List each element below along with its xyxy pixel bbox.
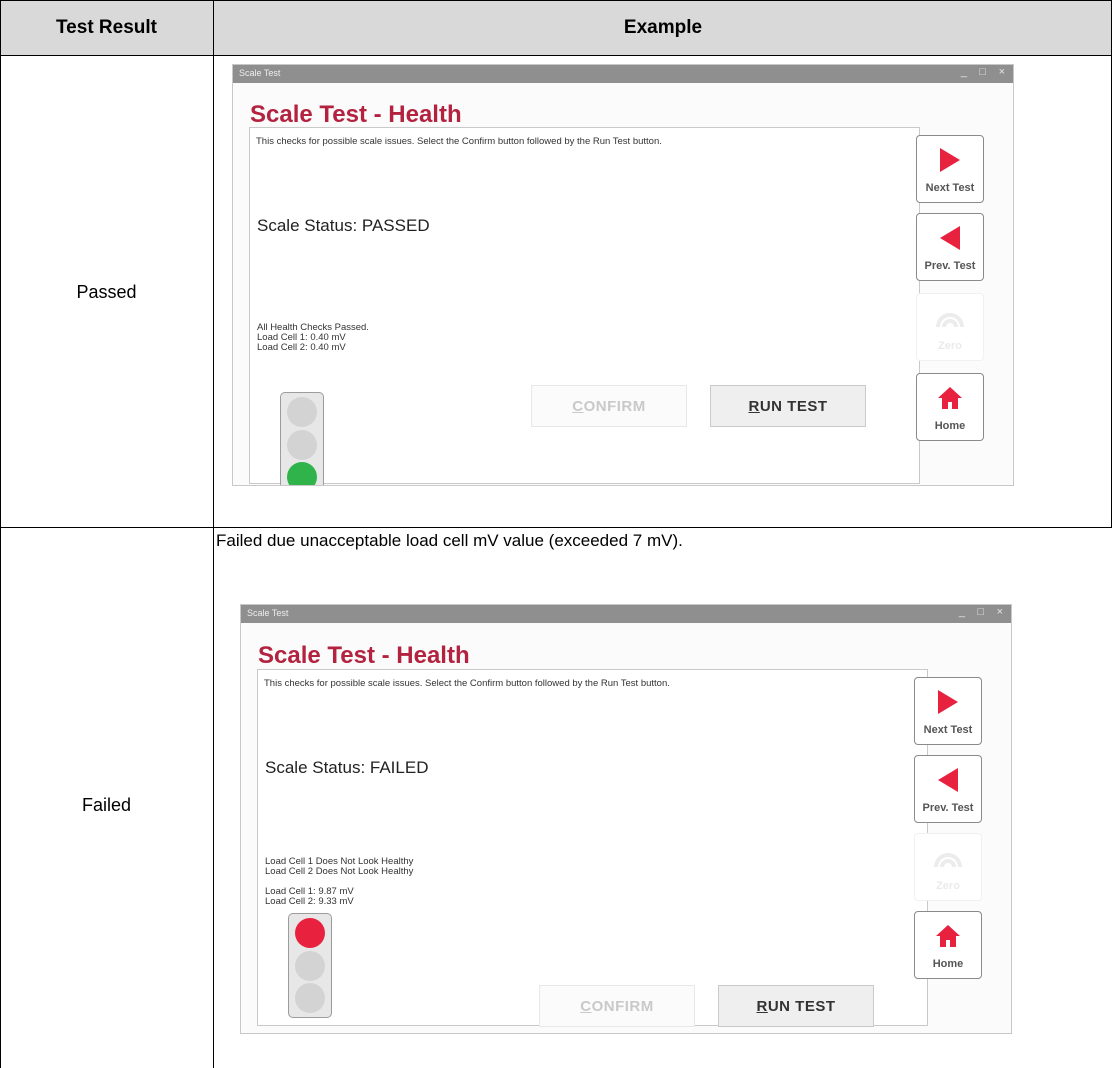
home-icon [917, 382, 983, 414]
next-test-label: Next Test [923, 724, 973, 736]
run-test-button[interactable]: R UN TEST [718, 985, 874, 1027]
next-test-label: Next Test [925, 182, 975, 194]
health-details: Load Cell 1 Does Not Look Healthy Load C… [265, 857, 413, 907]
play-right-icon [917, 144, 983, 176]
run-access-key: R [748, 397, 760, 415]
instruction-text: This checks for possible scale issues. S… [256, 136, 662, 147]
maximize-button[interactable]: □ [979, 66, 986, 78]
close-button[interactable]: × [997, 606, 1003, 618]
play-left-icon [915, 764, 981, 796]
result-failed-label: Failed [81, 795, 132, 815]
scale-test-window-failed: Scale Test _ □ × Scale Test - Health Thi… [240, 604, 1012, 1034]
minimize-button[interactable]: _ [959, 606, 965, 618]
zero-gauge-icon [915, 842, 981, 874]
app-title: Scale Test - Health [258, 642, 470, 669]
prev-test-label: Prev. Test [924, 260, 976, 272]
traffic-light-indicator [288, 913, 332, 1018]
lamp-middle-off [287, 430, 317, 460]
instruction-text: This checks for possible scale issues. S… [264, 678, 670, 689]
detail-line: Load Cell 2 Does Not Look Healthy [265, 866, 414, 877]
run-label: UN TEST [759, 397, 828, 415]
detail-line: Load Cell 2: 9.33 mV [265, 896, 354, 907]
zero-label: Zero [936, 880, 960, 892]
confirm-access-key: C [572, 397, 584, 415]
table-column-divider [213, 0, 214, 1068]
result-passed-label: Passed [76, 282, 137, 302]
lamp-middle-off [295, 951, 325, 981]
table-border-left [0, 0, 1, 1068]
next-test-button[interactable]: Next Test [916, 135, 984, 203]
prev-test-button[interactable]: Prev. Test [916, 213, 984, 281]
failed-caption: Failed due unacceptable load cell mV val… [216, 531, 683, 550]
traffic-light-indicator [280, 392, 324, 485]
confirm-label: ONFIRM [591, 997, 654, 1015]
results-table: Test Result Example Passed Scale Test _ … [0, 0, 1112, 1068]
window-titlebar: Scale Test _ □ × [233, 65, 1013, 83]
lamp-bottom-green [287, 462, 317, 485]
home-button[interactable]: Home [916, 373, 984, 441]
health-details: All Health Checks Passed. Load Cell 1: 0… [257, 323, 369, 353]
zero-label: Zero [938, 340, 962, 352]
table-header-row: Test Result Example [0, 0, 1112, 56]
table-border-top [0, 0, 1112, 1]
zero-button-disabled: Zero [916, 293, 984, 361]
close-button[interactable]: × [999, 66, 1005, 78]
scale-status: Scale Status: PASSED [257, 216, 430, 235]
home-icon [915, 920, 981, 952]
zero-gauge-icon [917, 302, 983, 334]
maximize-button[interactable]: □ [977, 606, 984, 618]
confirm-access-key: C [580, 997, 592, 1015]
home-label: Home [932, 958, 964, 970]
lamp-bottom-off [295, 983, 325, 1013]
run-test-button[interactable]: R UN TEST [710, 385, 866, 427]
test-panel: This checks for possible scale issues. S… [257, 669, 928, 1026]
header-divider [0, 55, 1112, 56]
header-example: Example [623, 17, 703, 38]
lamp-top-red [295, 918, 325, 948]
test-panel: This checks for possible scale issues. S… [249, 127, 920, 485]
lamp-top-off [287, 397, 317, 427]
zero-button-disabled: Zero [914, 833, 982, 901]
confirm-button[interactable]: C ONFIRM [539, 985, 695, 1027]
confirm-label: ONFIRM [583, 397, 646, 415]
run-access-key: R [756, 997, 768, 1015]
next-test-button[interactable]: Next Test [914, 677, 982, 745]
app-title: Scale Test - Health [250, 101, 462, 128]
play-right-icon [915, 686, 981, 718]
run-label: UN TEST [767, 997, 836, 1015]
scale-status: Scale Status: FAILED [265, 758, 429, 777]
scale-test-window-passed: Scale Test _ □ × Scale Test - Health Thi… [232, 64, 1014, 486]
prev-test-button[interactable]: Prev. Test [914, 755, 982, 823]
home-label: Home [934, 420, 966, 432]
play-left-icon [917, 222, 983, 254]
window-title: Scale Test [247, 608, 289, 618]
minimize-button[interactable]: _ [961, 66, 967, 78]
prev-test-label: Prev. Test [922, 802, 974, 814]
detail-line: Load Cell 2: 0.40 mV [257, 342, 346, 353]
confirm-button[interactable]: C ONFIRM [531, 385, 687, 427]
window-titlebar: Scale Test _ □ × [241, 605, 1011, 623]
header-test-result: Test Result [55, 17, 157, 38]
home-button[interactable]: Home [914, 911, 982, 979]
row-divider [0, 527, 1112, 528]
window-title: Scale Test [239, 68, 281, 78]
